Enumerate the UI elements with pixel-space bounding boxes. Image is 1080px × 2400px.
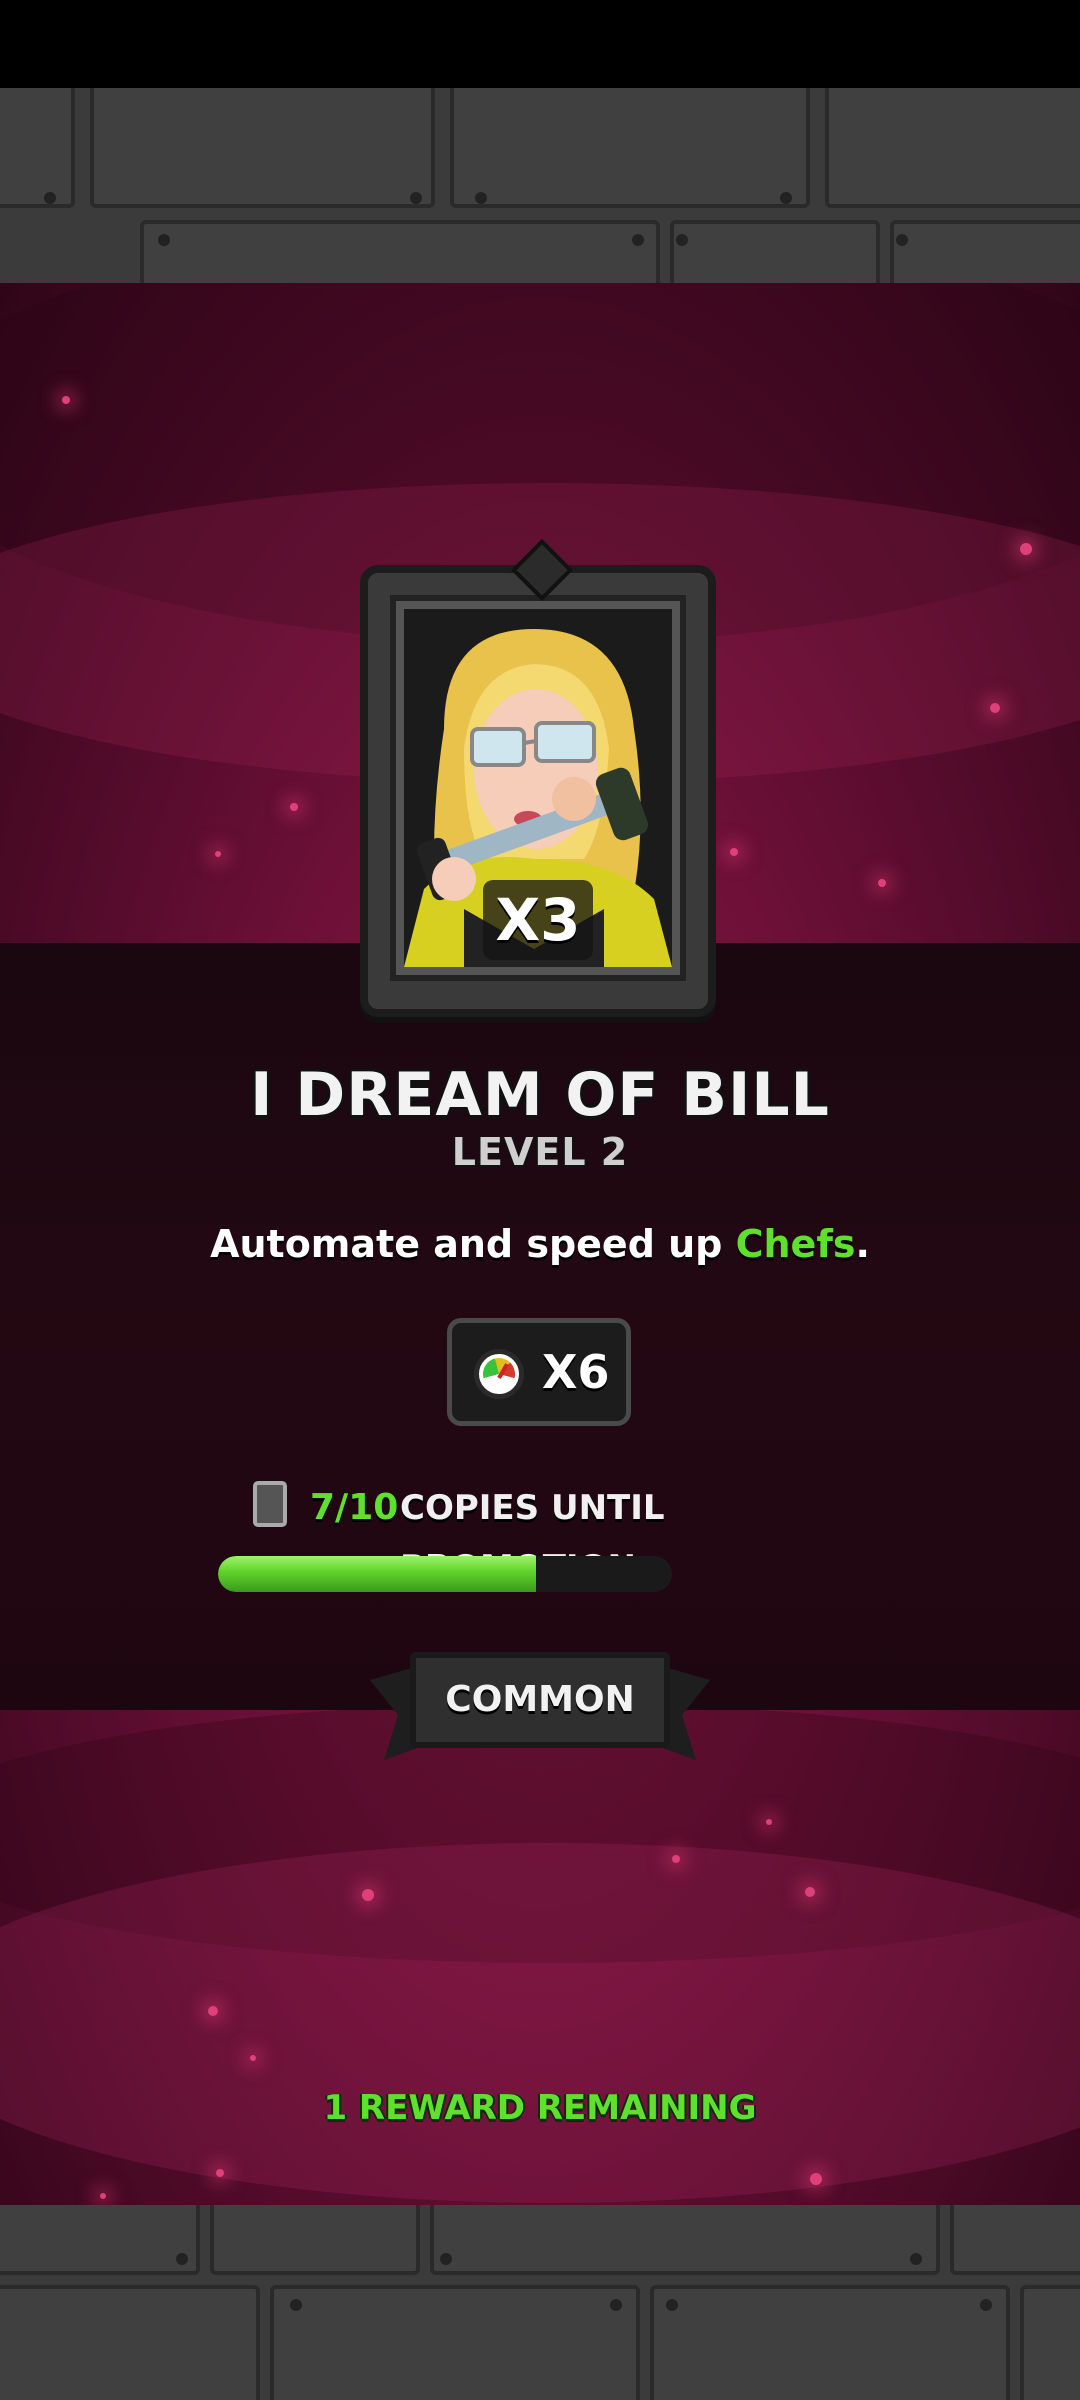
promotion-row: 7/10 COPIES UNTIL PROMOTION — [250, 1478, 870, 1588]
copies-count: 7/10 — [310, 1487, 399, 1528]
description-text: Automate and speed up — [210, 1222, 736, 1266]
card-description: Automate and speed up Chefs. — [0, 1222, 1080, 1266]
description-suffix: . — [855, 1222, 870, 1266]
promotion-progress-bar — [218, 1556, 672, 1592]
rewards-remaining[interactable]: 1 REWARD REMAINING — [0, 2088, 1080, 2128]
speed-boost-badge: X6 — [447, 1318, 631, 1426]
rarity-ribbon: COMMON — [410, 1652, 670, 1748]
card-copy-icon — [253, 1481, 287, 1527]
boost-value: X6 — [542, 1345, 610, 1399]
stone-wall-top — [0, 88, 1080, 283]
speedometer-icon — [474, 1349, 524, 1399]
stone-wall-bottom — [0, 2205, 1080, 2400]
promotion-progress-fill — [218, 1556, 536, 1592]
description-highlight: Chefs — [735, 1222, 856, 1266]
card-title: I DREAM OF BILL — [250, 1060, 830, 1130]
card-multiplier: X3 — [483, 880, 593, 960]
card-level: LEVEL 2 — [451, 1130, 629, 1174]
status-bar — [0, 0, 1080, 88]
